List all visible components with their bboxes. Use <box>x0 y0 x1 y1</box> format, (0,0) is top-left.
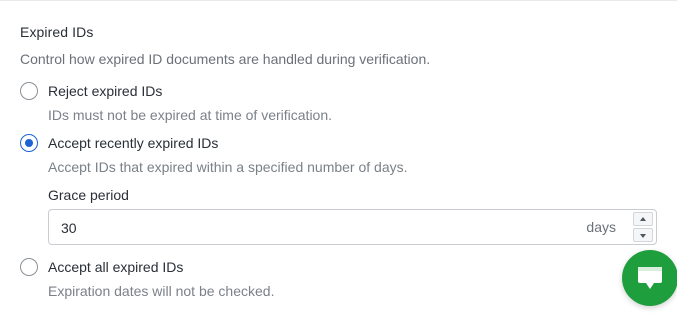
option-help: Expiration dates will not be checked. <box>48 283 275 299</box>
radio-accept-all[interactable] <box>20 258 38 276</box>
radio-accept-recent[interactable] <box>20 134 38 152</box>
chevron-down-icon[interactable] <box>633 228 653 242</box>
grace-period-label: Grace period <box>48 187 129 203</box>
quantity-stepper[interactable] <box>631 211 655 243</box>
chat-bubble-icon <box>638 267 662 289</box>
chevron-up-icon[interactable] <box>633 212 653 226</box>
grace-period-field[interactable]: days <box>48 209 657 245</box>
option-help: Accept IDs that expired within a specifi… <box>48 159 408 175</box>
option-label: Reject expired IDs <box>48 83 163 99</box>
grace-period-input[interactable] <box>61 218 541 238</box>
option-label: Accept all expired IDs <box>48 259 184 275</box>
option-label: Accept recently expired IDs <box>48 135 219 151</box>
top-divider <box>0 0 677 1</box>
option-help: IDs must not be expired at time of verif… <box>48 107 333 123</box>
section-description: Control how expired ID documents are han… <box>20 51 431 67</box>
section-title: Expired IDs <box>20 24 94 40</box>
radio-reject-expired[interactable] <box>20 82 38 100</box>
unit-label: days <box>586 219 616 235</box>
chat-button[interactable] <box>622 250 677 306</box>
expired-ids-settings: Expired IDs Control how expired ID docum… <box>0 0 677 325</box>
